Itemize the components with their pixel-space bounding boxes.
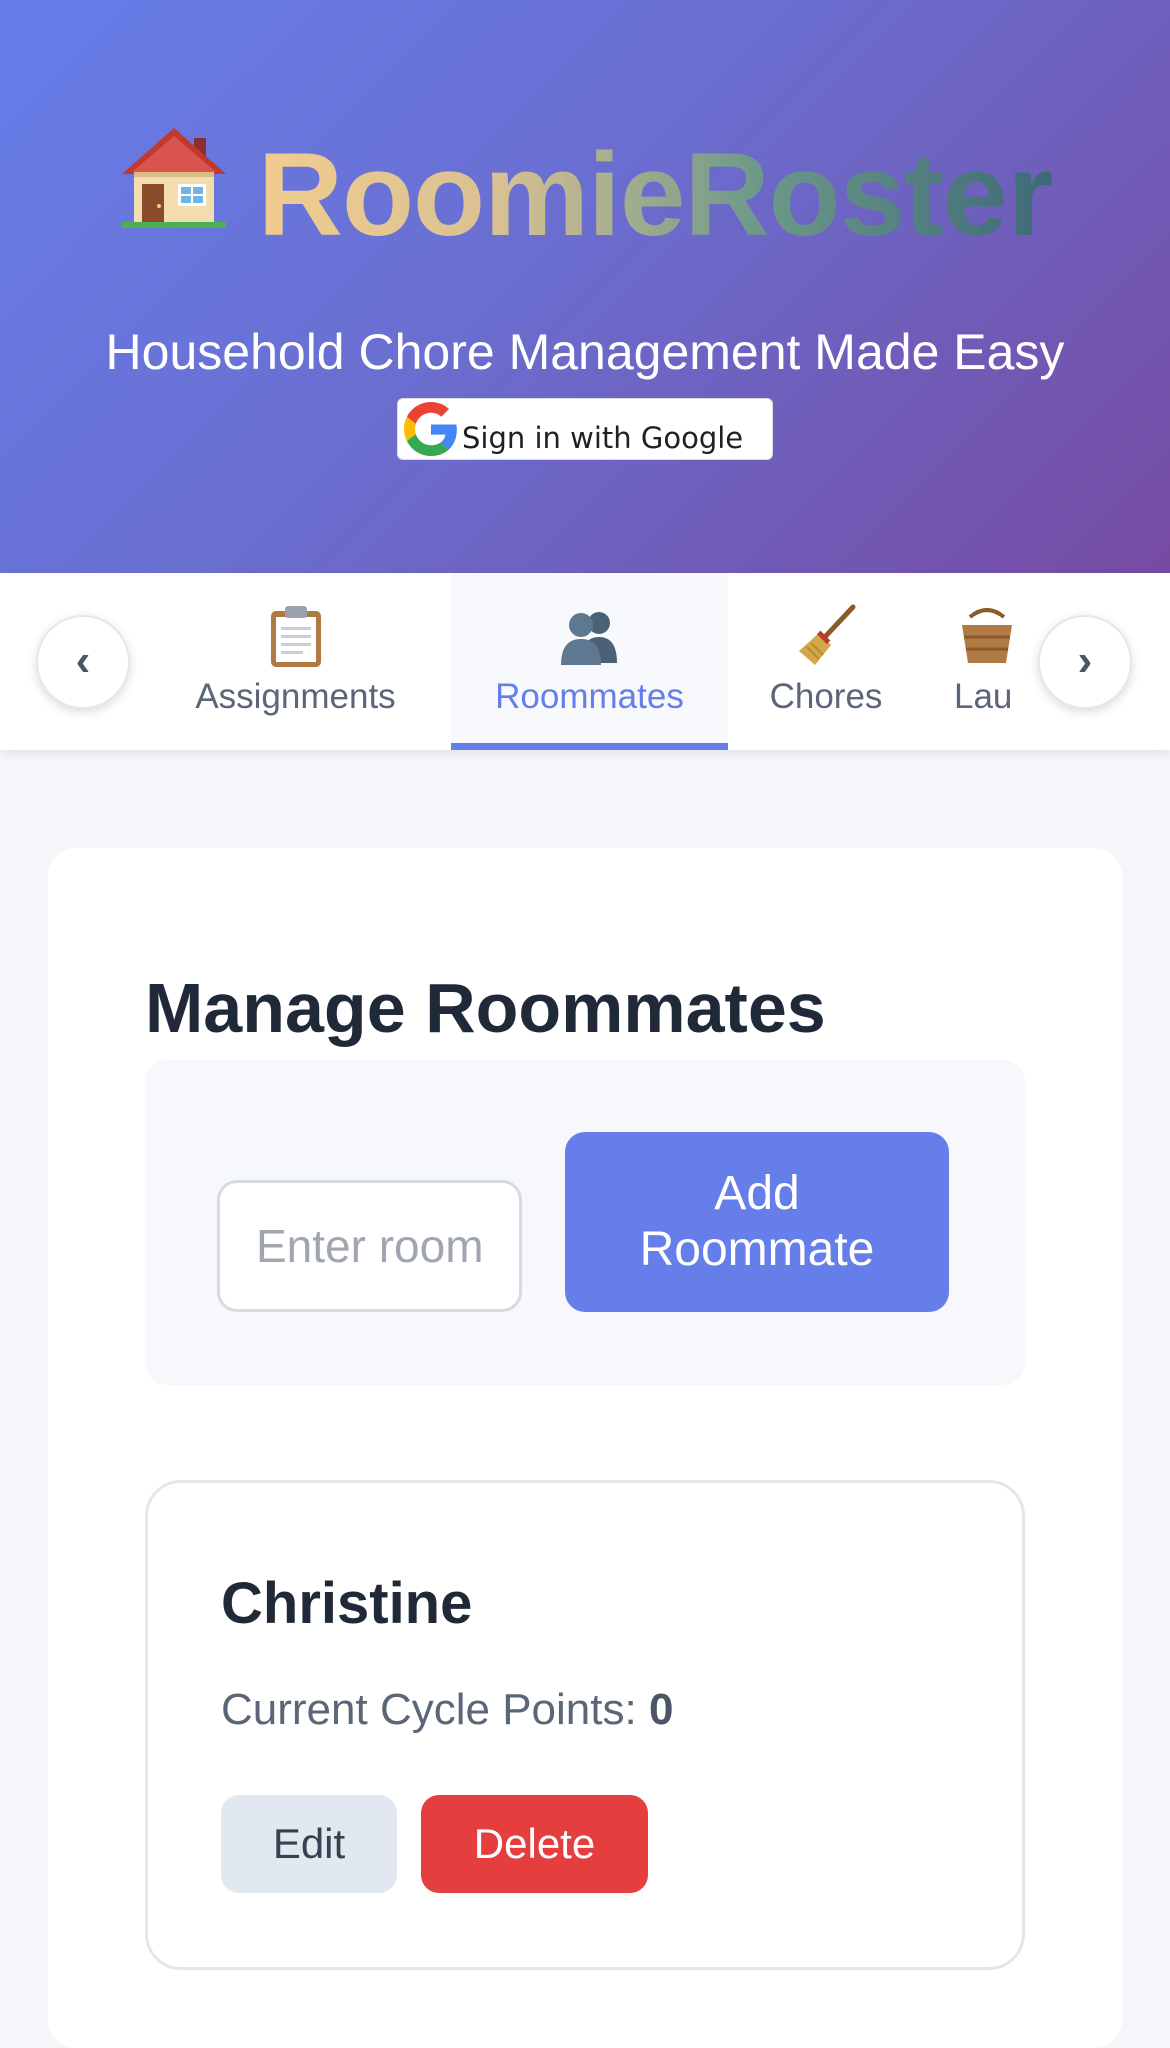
roommate-card: Christine Current Cycle Points: 0 Edit D… bbox=[145, 1480, 1025, 1970]
google-signin-label: Sign in with Google bbox=[462, 421, 744, 455]
clipboard-icon bbox=[270, 606, 321, 667]
app-subtitle: Household Chore Management Made Easy bbox=[105, 324, 1065, 380]
broom-icon bbox=[799, 604, 856, 665]
add-roommate-form: Add Roommate bbox=[145, 1060, 1025, 1385]
tab-label: Lau bbox=[954, 677, 1013, 716]
delete-roommate-button[interactable]: Delete bbox=[421, 1795, 648, 1893]
tabs-viewport: Assignments Roommates Chores Lau bbox=[140, 573, 1014, 750]
tab-laundry[interactable]: Lau bbox=[924, 573, 1014, 750]
app-title: RoomieRoster bbox=[0, 120, 1170, 270]
tab-label: Assignments bbox=[195, 677, 396, 716]
add-roommate-button[interactable]: Add Roommate bbox=[565, 1132, 949, 1312]
section-title: Manage Roommates bbox=[145, 969, 826, 1047]
house-icon bbox=[118, 120, 230, 232]
tab-label: Chores bbox=[769, 677, 883, 716]
roommate-name: Christine bbox=[221, 1571, 473, 1636]
edit-roommate-button[interactable]: Edit bbox=[221, 1795, 397, 1893]
points-label: Current Cycle Points: bbox=[221, 1685, 637, 1734]
tab-scroll-left-button[interactable]: ‹ bbox=[36, 615, 130, 709]
brand-name: RoomieRoster bbox=[258, 120, 1053, 270]
roommate-name-input[interactable] bbox=[217, 1180, 522, 1312]
tab-chores[interactable]: Chores bbox=[728, 573, 924, 750]
tab-assignments[interactable]: Assignments bbox=[140, 573, 451, 750]
google-icon bbox=[404, 402, 457, 456]
points-value: 0 bbox=[648, 1685, 674, 1734]
app-header: RoomieRoster Household Chore Management … bbox=[0, 0, 1170, 573]
tab-navigation: ‹ Assignments Roommates Chores Lau › bbox=[0, 573, 1170, 750]
roommate-points: Current Cycle Points: 0 bbox=[221, 1683, 673, 1737]
google-signin-button[interactable]: Sign in with Google bbox=[397, 398, 773, 460]
roommates-panel: Manage Roommates Add Roommate Christine … bbox=[48, 848, 1122, 2048]
tab-roommates[interactable]: Roommates bbox=[451, 573, 728, 750]
basket-icon bbox=[962, 608, 1012, 663]
tab-label: Roommates bbox=[495, 677, 684, 716]
people-icon bbox=[560, 612, 617, 665]
tab-scroll-right-button[interactable]: › bbox=[1038, 615, 1132, 709]
